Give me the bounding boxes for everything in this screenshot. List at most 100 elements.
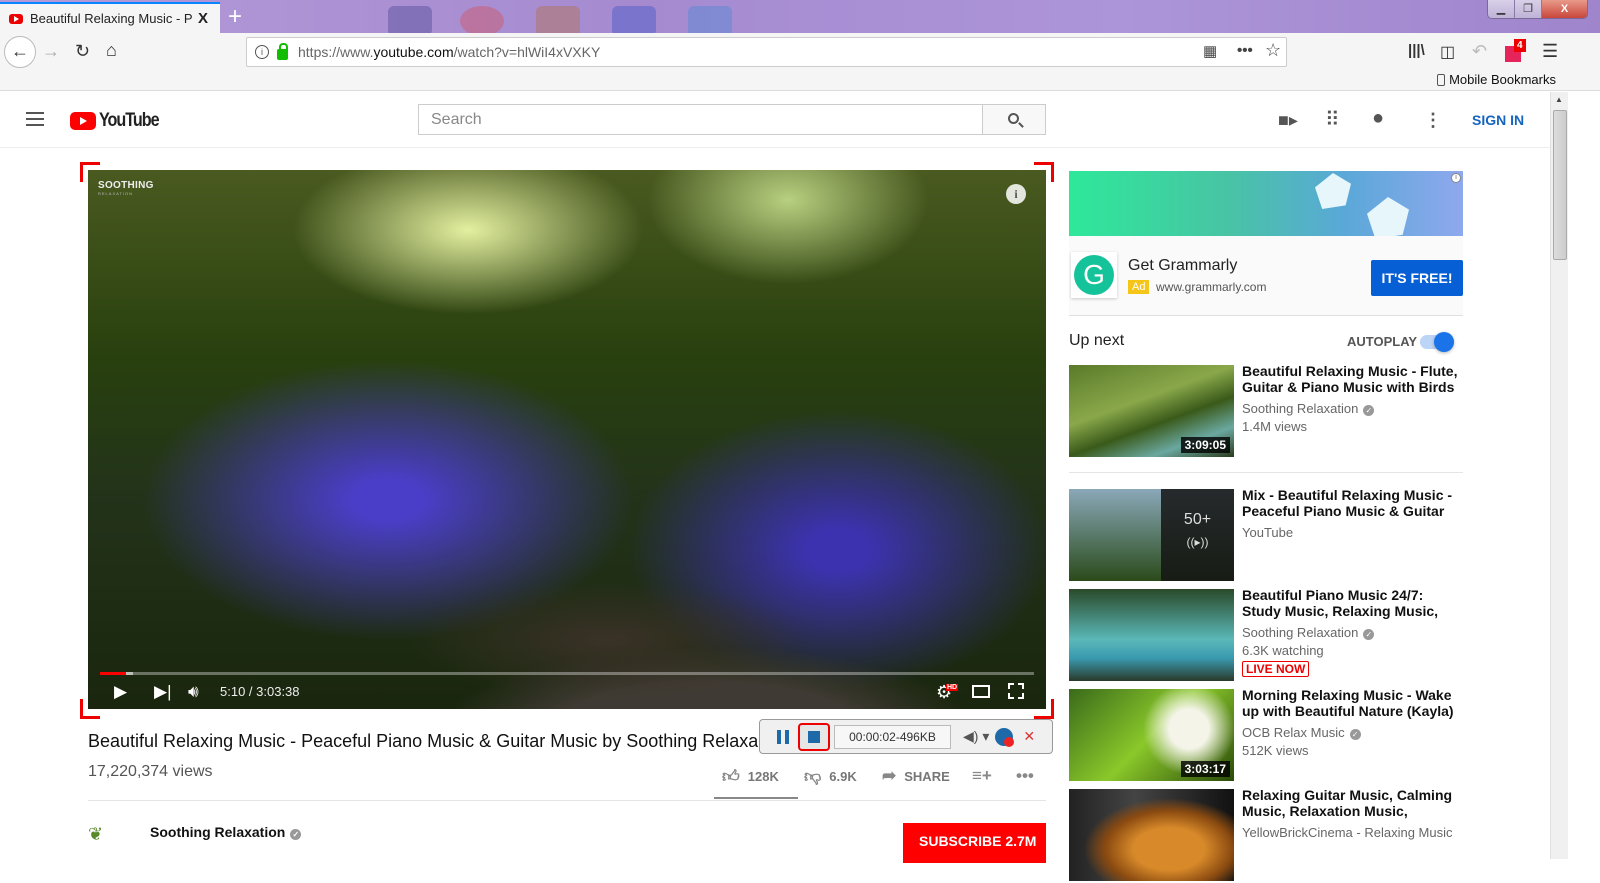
- video-title[interactable]: Beautiful Piano Music 24/7: Study Music,…: [1242, 587, 1462, 619]
- recommended-video[interactable]: 3:09:05 Beautiful Relaxing Music - Flute…: [1069, 363, 1463, 459]
- video-thumbnail[interactable]: 50+ ((▸)): [1069, 489, 1234, 581]
- recorder-close-icon[interactable]: ✕: [1023, 728, 1035, 745]
- verified-icon: ✓: [1349, 729, 1361, 740]
- subscribe-button[interactable]: SUBSCRIBE 2.7M: [903, 823, 1046, 863]
- apps-grid-icon[interactable]: ⠿: [1325, 107, 1340, 132]
- ad-card[interactable]: G Get Grammarly Ad www.grammarly.com IT'…: [1069, 236, 1463, 316]
- video-title[interactable]: Mix - Beautiful Relaxing Music - Peacefu…: [1242, 487, 1462, 519]
- info-card-icon[interactable]: i: [1006, 184, 1026, 204]
- library-icon[interactable]: |||\: [1408, 42, 1425, 59]
- youtube-logo[interactable]: YouTube: [70, 110, 169, 132]
- time-display: 5:10 / 3:03:38: [220, 684, 300, 699]
- more-actions-button[interactable]: •••: [1016, 766, 1042, 786]
- youtube-play-logo-icon: [70, 112, 96, 130]
- video-title[interactable]: Relaxing Guitar Music, Calming Music, Re…: [1242, 787, 1462, 819]
- recorder-volume-icon[interactable]: ◀) ▾: [963, 728, 989, 745]
- video-camera-add-icon[interactable]: ■▸: [1278, 110, 1298, 131]
- qr-code-icon[interactable]: ▦: [1203, 42, 1217, 60]
- play-button[interactable]: ▶: [114, 682, 127, 702]
- video-thumbnail[interactable]: [1069, 789, 1234, 881]
- restore-button[interactable]: ❐: [1515, 0, 1542, 18]
- video-thumbnail[interactable]: 3:09:05: [1069, 365, 1234, 457]
- channel-name: Soothing Relaxation ✓: [1242, 625, 1457, 640]
- browser-tab[interactable]: Beautiful Relaxing Music - Peaceful X: [0, 2, 220, 33]
- thumbs-down-icon: 👎︎: [804, 767, 822, 786]
- pause-recording-button[interactable]: [777, 729, 789, 744]
- volume-button[interactable]: 🔊︎: [188, 682, 199, 702]
- share-button[interactable]: ➦ SHARE: [882, 766, 950, 786]
- more-horiz-icon: •••: [1016, 766, 1034, 785]
- channel-name: Soothing Relaxation ✓: [1242, 401, 1457, 416]
- video-thumbnail[interactable]: 3:03:17: [1069, 689, 1234, 781]
- up-next-heading: Up next: [1069, 332, 1125, 349]
- progress-bar[interactable]: [100, 672, 1034, 675]
- verified-icon: ✓: [290, 829, 302, 840]
- desktop-icon: [388, 6, 432, 36]
- divider: [88, 800, 1046, 801]
- reload-button[interactable]: ↻: [75, 41, 90, 62]
- video-title[interactable]: Beautiful Relaxing Music - Flute, Guitar…: [1242, 363, 1462, 395]
- guide-menu-icon[interactable]: [26, 112, 44, 126]
- tab-strip: Beautiful Relaxing Music - Peaceful X + …: [0, 0, 1600, 36]
- sidebar-toggle-icon[interactable]: ◫: [1440, 42, 1455, 62]
- live-now-badge: LIVE NOW: [1242, 661, 1310, 677]
- recorder-user-icon[interactable]: [995, 727, 1015, 747]
- video-title[interactable]: Morning Relaxing Music - Wake up with Be…: [1242, 687, 1462, 719]
- secure-lock-icon: [277, 42, 288, 60]
- scroll-up-arrow-icon[interactable]: ▲: [1555, 95, 1563, 104]
- add-to-playlist-button[interactable]: ≡+: [972, 766, 1000, 786]
- like-button[interactable]: 👍︎ 128K: [722, 766, 779, 787]
- hd-badge: HD: [946, 684, 959, 691]
- video-title: Beautiful Relaxing Music - Peaceful Pian…: [88, 731, 758, 751]
- bookmark-star-icon[interactable]: ☆: [1265, 40, 1281, 61]
- autoplay-toggle[interactable]: [1420, 332, 1454, 352]
- recommended-video[interactable]: Beautiful Piano Music 24/7: Study Music,…: [1069, 587, 1463, 683]
- close-window-button[interactable]: X: [1542, 0, 1587, 18]
- more-vert-icon[interactable]: ⋮: [1424, 110, 1442, 131]
- fullscreen-button[interactable]: [1008, 683, 1024, 699]
- mobile-bookmarks[interactable]: Mobile Bookmarks: [1437, 72, 1556, 87]
- back-button[interactable]: ←: [4, 36, 36, 68]
- search-button[interactable]: [982, 104, 1046, 135]
- video-player[interactable]: SOOTHING RELAXATION i ▶ ▶| 🔊︎ 5:10 / 3:03…: [88, 170, 1046, 709]
- forward-button[interactable]: →: [42, 41, 60, 62]
- window-controls: ▁ ❐ X: [1487, 0, 1588, 19]
- page-actions-icon[interactable]: •••: [1237, 42, 1253, 59]
- dislike-button[interactable]: 👎︎ 6.9K: [804, 766, 857, 787]
- scrollbar-thumb[interactable]: [1553, 110, 1567, 260]
- messages-icon[interactable]: ●: [1372, 107, 1384, 130]
- ad-banner[interactable]: i: [1069, 171, 1463, 236]
- extension-icon[interactable]: 4: [1505, 39, 1526, 62]
- home-button[interactable]: ⌂: [106, 40, 117, 61]
- video-thumbnail[interactable]: [1069, 589, 1234, 681]
- playlist-overlay: 50+ ((▸)): [1161, 489, 1234, 581]
- next-button[interactable]: ▶|: [154, 682, 172, 702]
- phone-icon: [1437, 74, 1446, 86]
- stop-recording-button[interactable]: [798, 722, 830, 751]
- navigation-toolbar: ← → ↻ ⌂ i https://www.youtube.com/watch?…: [0, 33, 1600, 91]
- search-input[interactable]: Search: [418, 104, 983, 135]
- recommended-video[interactable]: 3:03:17 Morning Relaxing Music - Wake up…: [1069, 687, 1463, 783]
- tab-close-icon[interactable]: X: [198, 10, 208, 27]
- recommended-mix[interactable]: 50+ ((▸)) Mix - Beautiful Relaxing Music…: [1069, 487, 1463, 583]
- thumbs-up-icon: 👍︎: [722, 767, 740, 786]
- theater-mode-button[interactable]: [972, 685, 990, 698]
- url-text[interactable]: https://www.youtube.com/watch?v=hlWiI4xV…: [298, 44, 600, 60]
- playlist-count: 50+: [1183, 511, 1212, 528]
- channel-avatar[interactable]: ❦: [88, 824, 128, 844]
- recommended-video[interactable]: Relaxing Guitar Music, Calming Music, Re…: [1069, 787, 1463, 883]
- new-tab-button[interactable]: +: [228, 3, 242, 31]
- menu-icon[interactable]: ☰: [1542, 41, 1558, 62]
- verified-icon: ✓: [1363, 405, 1375, 416]
- youtube-favicon-icon: [9, 13, 23, 24]
- site-info-icon[interactable]: i: [255, 45, 269, 59]
- sentiment-bar: [714, 797, 798, 799]
- page-scrollbar[interactable]: ▲: [1550, 92, 1568, 859]
- channel-name[interactable]: Soothing Relaxation ✓: [150, 824, 302, 840]
- ad-info-icon[interactable]: i: [1451, 173, 1461, 183]
- ad-cta-button[interactable]: IT'S FREE!: [1371, 260, 1463, 296]
- address-bar[interactable]: i https://www.youtube.com/watch?v=hlWiI4…: [246, 37, 1287, 67]
- minimize-button[interactable]: ▁: [1488, 0, 1515, 18]
- sign-in-button[interactable]: SIGN IN: [1472, 112, 1524, 128]
- undo-icon[interactable]: ↶: [1472, 41, 1487, 62]
